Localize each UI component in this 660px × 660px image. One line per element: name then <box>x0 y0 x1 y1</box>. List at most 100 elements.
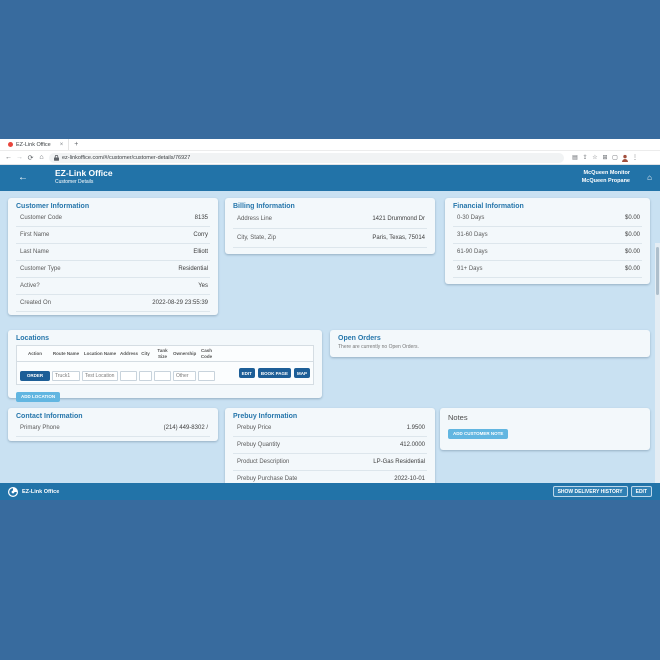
locations-table: Action Route Name Location Name Address … <box>16 345 314 385</box>
footer-edit-button[interactable]: EDIT <box>631 486 652 497</box>
open-orders-title: Open Orders <box>338 335 642 342</box>
url-text: ez-linkoffice.com/#/customer/customer-de… <box>62 155 190 161</box>
address-field[interactable] <box>120 371 137 381</box>
prebuy-information-title: Prebuy Information <box>233 413 427 420</box>
row-label: First Name <box>20 232 49 238</box>
extensions-icon[interactable]: ⊞ <box>600 154 610 161</box>
row-value: 2022-08-29 23:55:39 <box>152 300 208 306</box>
row-value: $0.00 <box>625 232 640 238</box>
side-panel-icon[interactable]: ▤ <box>570 154 580 161</box>
customer-information-title: Customer Information <box>16 203 210 210</box>
row-value: Yes <box>198 283 208 289</box>
row-value: $0.00 <box>625 249 640 255</box>
footer-brand: EZ-Link Office <box>22 489 59 495</box>
account-info[interactable]: McQueen Monitor McQueen Propane <box>582 170 630 186</box>
open-orders-empty-text: There are currently no Open Orders. <box>338 344 642 350</box>
ownership-field[interactable] <box>173 371 196 381</box>
route-name-field[interactable] <box>52 371 80 381</box>
reload-icon[interactable]: ⟳ <box>25 154 36 162</box>
profile-avatar[interactable] <box>620 154 630 162</box>
ezlink-logo-icon <box>8 487 18 497</box>
billing-information-card: Billing Information Address Line 1421 Dr… <box>225 198 435 254</box>
row-label: City, State, Zip <box>237 235 276 241</box>
page-scrollbar[interactable] <box>655 243 660 483</box>
active-row: Active? Yes <box>16 278 210 295</box>
city-field[interactable] <box>139 371 152 381</box>
app-home-icon[interactable]: ⌂ <box>647 173 652 182</box>
row-label: Prebuy Quantity <box>237 442 280 448</box>
forward-icon[interactable]: → <box>14 154 25 161</box>
edit-location-button[interactable]: EDIT <box>239 368 255 378</box>
locations-title: Locations <box>16 335 314 342</box>
browser-home-icon[interactable]: ⌂ <box>36 154 47 161</box>
locations-card: Locations Action Route Name Location Nam… <box>8 330 322 398</box>
tank-size-field[interactable] <box>154 371 171 381</box>
add-location-button[interactable]: ADD LOCATION <box>16 392 60 402</box>
scrollbar-thumb[interactable] <box>656 247 659 295</box>
cash-code-field[interactable] <box>198 371 215 381</box>
row-value: LP-Gas Residential <box>373 459 425 465</box>
locations-table-header: Action Route Name Location Name Address … <box>17 346 313 362</box>
row-value: 8135 <box>195 215 208 221</box>
row-value: (214) 449-8302 / <box>164 425 208 431</box>
account-line-2: McQueen Propane <box>582 178 630 186</box>
row-label: Active? <box>20 283 40 289</box>
row-value: $0.00 <box>625 266 640 272</box>
order-button[interactable]: ORDER <box>20 371 50 381</box>
notes-card: Notes ADD CUSTOMER NOTE <box>440 408 650 450</box>
contact-information-card: Contact Information Primary Phone (214) … <box>8 408 218 441</box>
col-header-location-name: Location Name <box>82 351 118 357</box>
customer-code-row: Customer Code 8135 <box>16 210 210 227</box>
first-name-row: First Name Corry <box>16 227 210 244</box>
row-label: Prebuy Purchase Date <box>237 476 297 482</box>
page-content: Customer Information Customer Code 8135 … <box>0 191 660 483</box>
location-table-row: ORDER EDIT BOOK PAGE MAP <box>17 362 313 384</box>
row-value: 1421 Drummond Dr <box>372 216 425 222</box>
row-label: Prebuy Price <box>237 425 271 431</box>
browser-menu-icon[interactable]: ⋮ <box>630 154 640 161</box>
location-name-field[interactable] <box>82 371 118 381</box>
created-on-row: Created On 2022-08-29 23:55:39 <box>16 295 210 312</box>
col-header-cash-code: Cash Code <box>198 348 215 359</box>
bookmark-star-icon[interactable]: ☆ <box>590 154 600 161</box>
app-title-block: EZ-Link Office Customer Details <box>55 168 113 185</box>
book-page-button[interactable]: BOOK PAGE <box>258 368 291 378</box>
row-label: 61-90 Days <box>457 249 488 255</box>
billing-information-title: Billing Information <box>233 203 427 210</box>
col-header-route-name: Route Name <box>52 351 80 357</box>
app-back-button[interactable]: ← <box>18 172 28 183</box>
col-header-city: City <box>139 351 152 357</box>
primary-phone-row: Primary Phone (214) 449-8302 / <box>16 420 210 437</box>
row-label: 91+ Days <box>457 266 483 272</box>
aging-31-60-row: 31-60 Days $0.00 <box>453 227 642 244</box>
financial-information-title: Financial Information <box>453 203 642 210</box>
tab-close-icon[interactable]: × <box>60 142 64 148</box>
row-label: Address Line <box>237 216 272 222</box>
row-value: Corry <box>193 232 208 238</box>
row-label: Product Description <box>237 459 289 465</box>
city-state-zip-row: City, State, Zip Paris, Texas, 75014 <box>233 229 427 248</box>
row-label: Customer Type <box>20 266 61 272</box>
tab-favicon-icon <box>8 142 13 147</box>
map-button[interactable]: MAP <box>294 368 310 378</box>
prebuy-purchase-date-row: Prebuy Purchase Date 2022-10-01 <box>233 471 427 483</box>
url-input[interactable]: ez-linkoffice.com/#/customer/customer-de… <box>49 153 564 163</box>
browser-tab[interactable]: EZ-Link Office × <box>3 139 69 150</box>
row-value: 1.9500 <box>407 425 425 431</box>
new-tab-button[interactable]: + <box>74 141 78 148</box>
add-customer-note-button[interactable]: ADD CUSTOMER NOTE <box>448 429 508 439</box>
customer-type-row: Customer Type Residential <box>16 261 210 278</box>
app-header: ← EZ-Link Office Customer Details McQuee… <box>0 165 660 191</box>
prebuy-quantity-row: Prebuy Quantity 412.0000 <box>233 437 427 454</box>
row-label: 0-30 Days <box>457 215 484 221</box>
share-icon[interactable]: ⇪ <box>580 154 590 161</box>
prebuy-information-card: Prebuy Information Prebuy Price 1.9500 P… <box>225 408 435 483</box>
back-icon[interactable]: ← <box>3 154 14 161</box>
row-label: 31-60 Days <box>457 232 488 238</box>
app-title: EZ-Link Office <box>55 168 113 178</box>
row-value: Paris, Texas, 75014 <box>372 235 425 241</box>
tab-group-icon[interactable]: ▢ <box>610 154 620 161</box>
col-header-ownership: Ownership <box>173 351 196 357</box>
show-delivery-history-button[interactable]: SHOW DELIVERY HISTORY <box>553 486 628 497</box>
address-line-row: Address Line 1421 Drummond Dr <box>233 210 427 229</box>
